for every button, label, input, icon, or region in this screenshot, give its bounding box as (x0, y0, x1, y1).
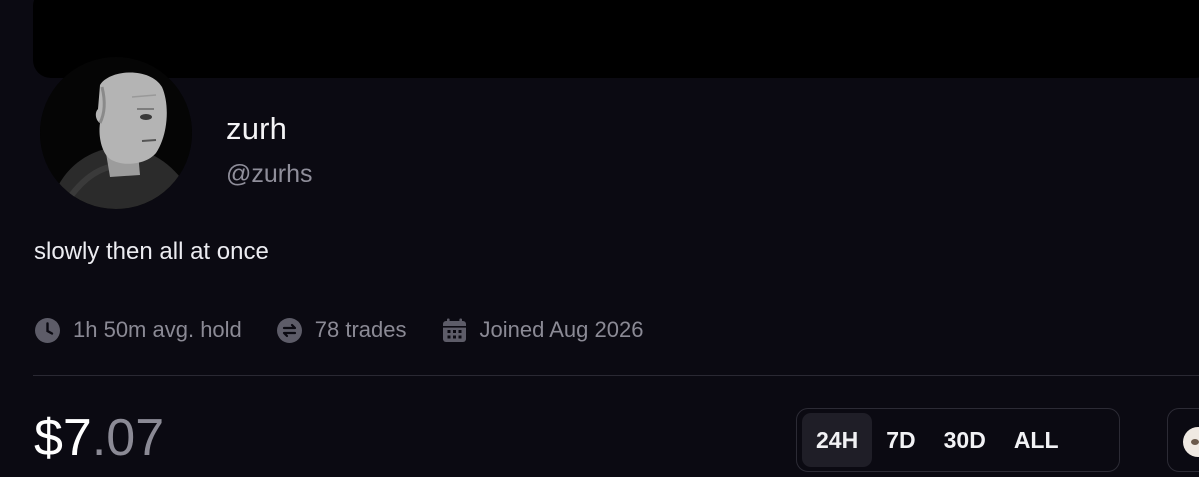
tab-30d[interactable]: 30D (930, 413, 1000, 467)
time-range-selector: 24H 7D 30D ALL (796, 408, 1120, 472)
clock-icon (34, 317, 61, 344)
avatar[interactable] (40, 57, 192, 209)
section-divider (33, 375, 1199, 376)
avatar-image (40, 57, 192, 209)
stat-joined-text: Joined Aug 2026 (479, 317, 644, 342)
stat-trades-text: 78 trades (314, 317, 407, 342)
profile-page: zurh @zurhs slowly then all at once 1h 5… (0, 0, 1199, 477)
stat-joined: Joined Aug 2026 (441, 317, 644, 344)
stat-avg-hold-text: 1h 50m avg. hold (73, 317, 242, 342)
profile-banner (33, 0, 1199, 78)
swap-icon (276, 317, 303, 344)
calendar-icon (441, 317, 468, 344)
portfolio-balance: $7.07 (34, 408, 164, 468)
tab-24h[interactable]: 24H (802, 413, 873, 467)
stat-trades: 78 trades (276, 317, 407, 344)
profile-stats: 1h 50m avg. hold 78 trades Joined Aug 20… (34, 314, 677, 346)
token-button[interactable] (1167, 408, 1199, 472)
balance-cents: .07 (91, 409, 165, 467)
display-name: zurh (226, 111, 288, 146)
tab-all[interactable]: ALL (1000, 413, 1073, 467)
balance-whole: $7 (34, 409, 92, 467)
profile-bio: slowly then all at once (34, 238, 269, 265)
user-handle: @zurhs (226, 160, 313, 188)
tab-7d[interactable]: 7D (872, 413, 929, 467)
stat-avg-hold: 1h 50m avg. hold (34, 317, 242, 344)
token-icon (1183, 427, 1199, 457)
